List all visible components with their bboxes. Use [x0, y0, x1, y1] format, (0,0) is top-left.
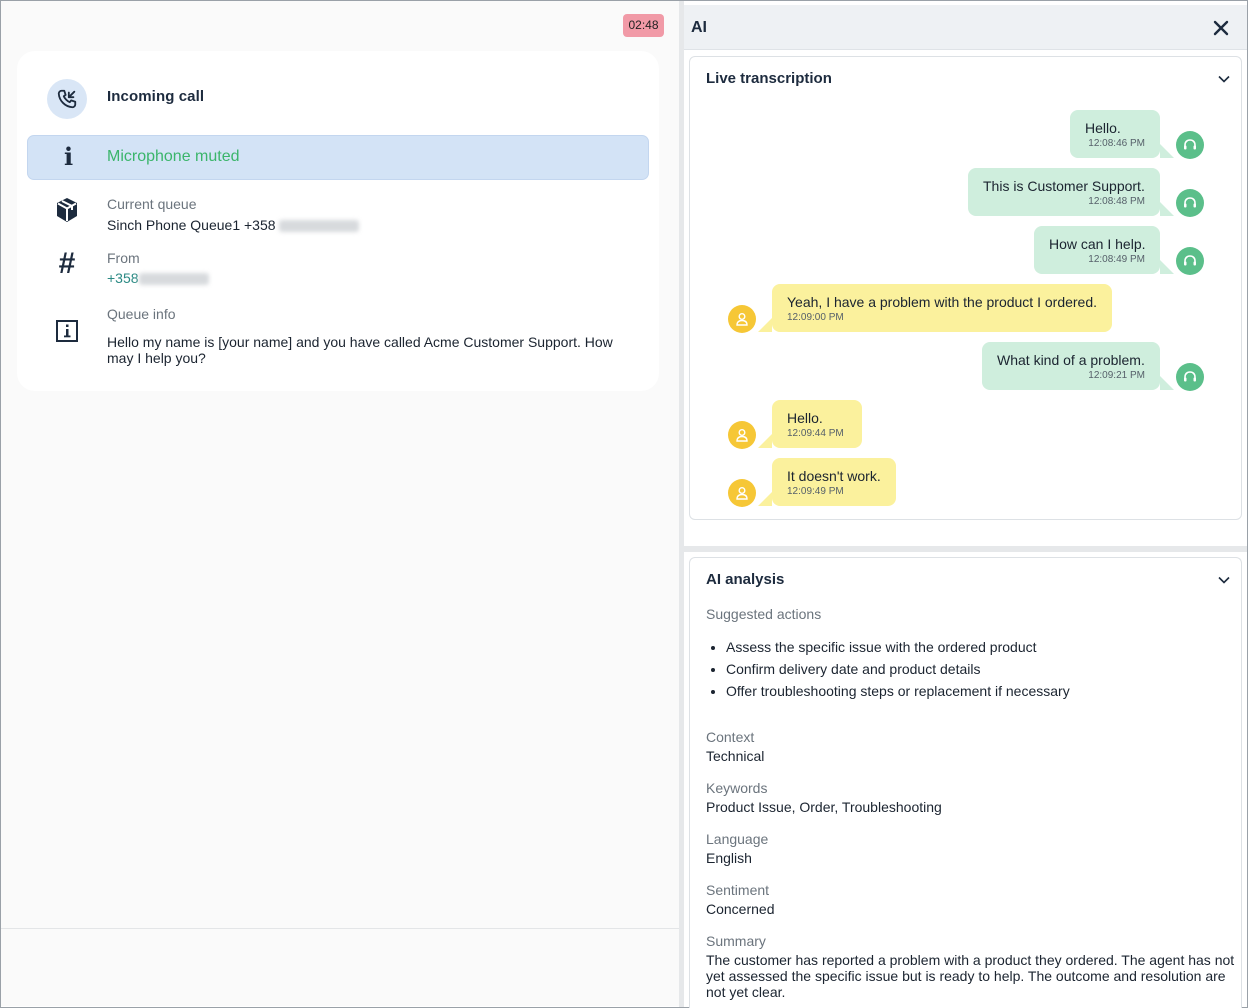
language-label: Language [706, 831, 769, 847]
customer-avatar-icon [728, 479, 756, 507]
ai-pane: AI Live transcription Hello. 12:08:46 PM… [684, 1, 1247, 1008]
keywords-label: Keywords [706, 780, 768, 796]
live-transcription-title: Live transcription [706, 70, 832, 87]
summary-value: The customer has reported a problem with… [706, 952, 1235, 1000]
call-timer: 02:48 [623, 14, 664, 37]
redacted-number [279, 220, 360, 233]
mute-status-bar: i Microphone muted [27, 135, 649, 180]
suggested-actions-label: Suggested actions [706, 606, 822, 622]
redacted-number [138, 273, 209, 286]
call-pane: 02:48 Incoming call i Microphone muted C… [1, 1, 679, 1006]
ai-analysis-title: AI analysis [706, 571, 785, 588]
from-label: From [107, 250, 140, 266]
chevron-down-icon[interactable] [1217, 72, 1231, 86]
bubble-tail [1160, 202, 1174, 216]
queue-info-text: Hello my name is [your name] and you hav… [107, 334, 613, 366]
message-text: Hello. [787, 410, 823, 426]
customer-message: It doesn't work. 12:09:49 PM [772, 458, 896, 506]
section-divider [684, 546, 1247, 552]
ai-title: AI [691, 19, 707, 36]
ai-header: AI [684, 5, 1247, 50]
agent-message: Hello. 12:08:46 PM [1070, 110, 1160, 158]
sentiment-value: Concerned [706, 901, 775, 917]
message-time: 12:08:46 PM [1088, 138, 1145, 149]
bubble-tail [1160, 144, 1174, 158]
message-text: This is Customer Support. [983, 178, 1145, 194]
bubble-tail [1160, 376, 1174, 390]
chevron-down-icon[interactable] [1217, 573, 1231, 587]
call-card: Incoming call i Microphone muted Current… [17, 51, 659, 391]
suggested-actions-list: Assess the specific issue with the order… [726, 639, 1070, 705]
hash-icon: # [58, 247, 76, 280]
call-title: Incoming call [107, 88, 205, 105]
customer-message: Yeah, I have a problem with the product … [772, 284, 1112, 332]
message-time: 12:09:49 PM [787, 486, 844, 497]
customer-avatar-icon [728, 421, 756, 449]
queue-box-icon [47, 190, 87, 230]
current-queue-value: Sinch Phone Queue1 +358 [107, 217, 360, 233]
list-item: Assess the specific issue with the order… [726, 639, 1070, 661]
language-value: English [706, 850, 752, 866]
close-icon[interactable] [1212, 19, 1230, 37]
agent-avatar-icon [1176, 363, 1204, 391]
footer-divider [1, 928, 679, 929]
bubble-tail [758, 318, 772, 332]
customer-message: Hello. 12:09:44 PM [772, 400, 862, 448]
customer-avatar-icon [728, 305, 756, 333]
message-text: What kind of a problem. [997, 352, 1145, 368]
queue-info-label: Queue info [107, 306, 176, 322]
list-item: Confirm delivery date and product detail… [726, 661, 1070, 683]
message-text: How can I help. [1049, 236, 1146, 252]
from-number[interactable]: +358 [107, 270, 209, 286]
context-value: Technical [706, 748, 765, 764]
sentiment-label: Sentiment [706, 882, 770, 898]
list-item: Offer troubleshooting steps or replaceme… [726, 683, 1070, 705]
message-time: 12:08:48 PM [1088, 196, 1145, 207]
agent-avatar-icon [1176, 189, 1204, 217]
mute-status-text: Microphone muted [107, 148, 240, 165]
current-queue-label: Current queue [107, 196, 197, 212]
agent-message: This is Customer Support. 12:08:48 PM [968, 168, 1160, 216]
incoming-call-icon [47, 79, 87, 119]
agent-avatar-icon [1176, 131, 1204, 159]
message-text: Yeah, I have a problem with the product … [787, 294, 1098, 310]
bubble-tail [758, 492, 772, 506]
message-time: 12:09:00 PM [787, 312, 844, 323]
keywords-value: Product Issue, Order, Troubleshooting [706, 799, 942, 815]
ai-analysis-panel: AI analysis [689, 557, 1242, 1008]
agent-avatar-icon [1176, 247, 1204, 275]
bubble-tail [1160, 260, 1174, 274]
message-time: 12:08:49 PM [1088, 254, 1145, 265]
info-icon: i [64, 142, 74, 171]
agent-message: How can I help. 12:08:49 PM [1034, 226, 1160, 274]
message-text: Hello. [1085, 120, 1121, 136]
summary-label: Summary [706, 933, 766, 949]
live-transcription-panel: Live transcription Hello. 12:08:46 PM Th… [689, 56, 1242, 520]
bubble-tail [758, 434, 772, 448]
context-label: Context [706, 729, 755, 745]
agent-message: What kind of a problem. 12:09:21 PM [982, 342, 1160, 390]
queue-info-icon [47, 311, 87, 351]
message-time: 12:09:21 PM [1088, 370, 1145, 381]
message-time: 12:09:44 PM [787, 428, 844, 439]
message-text: It doesn't work. [787, 468, 881, 484]
